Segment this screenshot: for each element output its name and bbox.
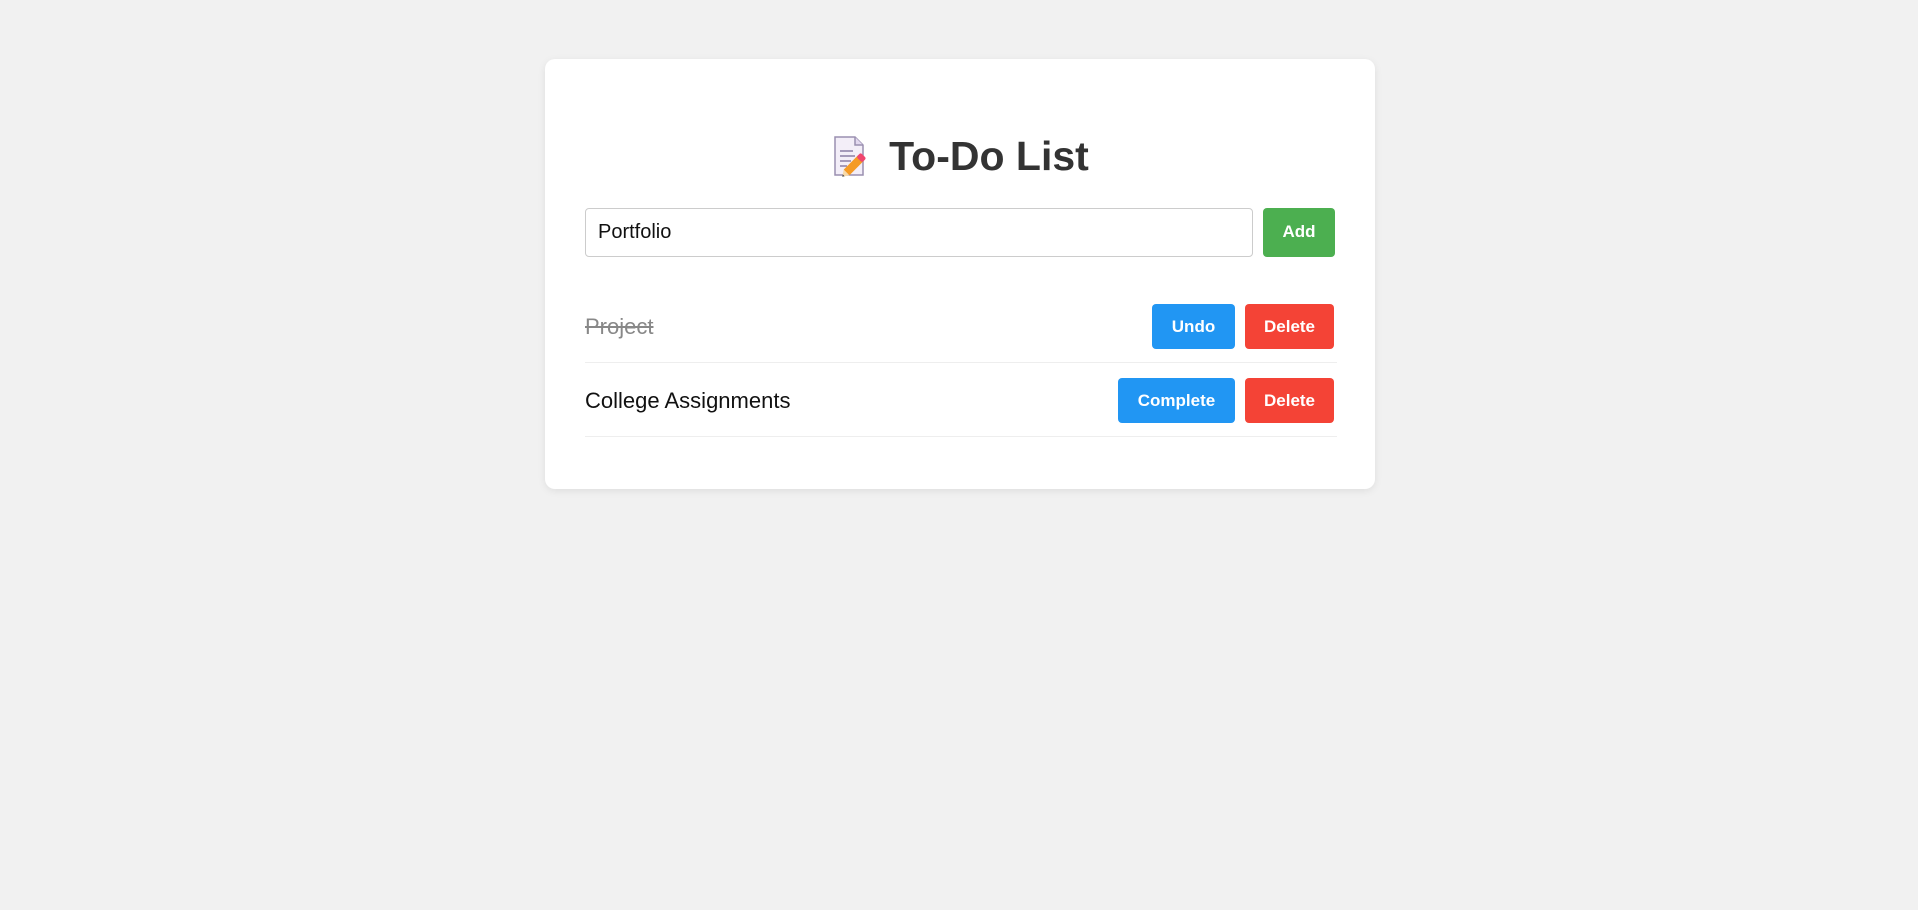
- task-text[interactable]: College Assignments: [585, 388, 790, 414]
- header: To-Do List: [585, 131, 1335, 181]
- task-item: College Assignments Complete Delete: [585, 363, 1337, 437]
- delete-button[interactable]: Delete: [1245, 304, 1334, 349]
- memo-pencil-icon: [834, 136, 866, 177]
- task-item: Project Undo Delete: [585, 289, 1337, 363]
- add-task-row: Add: [585, 207, 1335, 257]
- task-list: Project Undo Delete College Assignments …: [585, 289, 1337, 437]
- task-input[interactable]: [585, 207, 1253, 257]
- task-actions: Undo Delete: [1152, 304, 1337, 349]
- task-text[interactable]: Project: [585, 314, 653, 340]
- complete-button[interactable]: Complete: [1118, 378, 1235, 423]
- page-title: To-Do List: [889, 132, 1089, 179]
- task-actions: Complete Delete: [1118, 378, 1337, 423]
- add-button[interactable]: Add: [1263, 207, 1335, 257]
- delete-button[interactable]: Delete: [1245, 378, 1334, 423]
- undo-button[interactable]: Undo: [1152, 304, 1235, 349]
- todo-card: To-Do List Add Project Undo Delete Colle…: [545, 59, 1375, 489]
